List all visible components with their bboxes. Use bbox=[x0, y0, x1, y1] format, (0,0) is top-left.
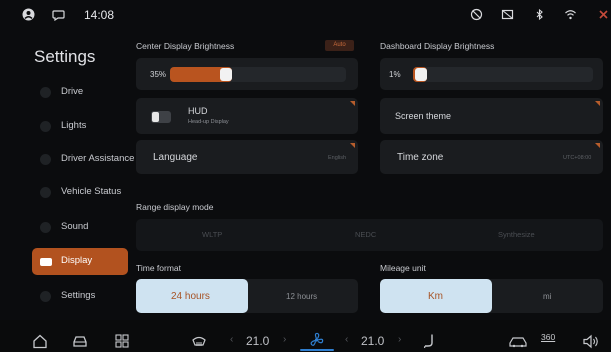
passenger-temp: 21.0 bbox=[361, 334, 385, 348]
sidebar-item-lights[interactable]: Lights bbox=[32, 113, 128, 140]
driver-assist-icon bbox=[40, 154, 51, 165]
sidebar: Settings bbox=[0, 30, 130, 320]
time-format-option-label: 24 hours bbox=[171, 291, 210, 302]
sidebar-item-driver-assistance[interactable]: Driver Assistance bbox=[32, 146, 134, 173]
sidebar-item-label: Drive bbox=[61, 86, 84, 97]
center-brightness-knob[interactable] bbox=[219, 68, 232, 81]
status-time: 14:08 bbox=[84, 8, 115, 22]
display-icon bbox=[40, 258, 52, 266]
sidebar-item-label: Sound bbox=[61, 221, 89, 232]
steering-wheel-icon bbox=[40, 87, 51, 98]
hud-toggle[interactable] bbox=[151, 111, 171, 123]
page-title: Settings bbox=[34, 47, 96, 66]
center-brightness-value: 35% bbox=[150, 70, 167, 79]
sidebar-item-sound[interactable]: Sound bbox=[32, 214, 128, 241]
auto-brightness-button[interactable]: Auto bbox=[325, 40, 354, 51]
close-icon[interactable] bbox=[597, 8, 610, 21]
gear-icon bbox=[40, 291, 51, 302]
fan-active-indicator bbox=[300, 349, 334, 351]
wifi-icon bbox=[565, 10, 576, 20]
time-format-label: Time format bbox=[136, 263, 182, 273]
sidebar-item-display[interactable]: Display bbox=[32, 248, 128, 275]
mileage-unit-mi[interactable]: mi bbox=[543, 292, 551, 301]
message-icon[interactable] bbox=[52, 8, 65, 21]
sidebar-item-label: Lights bbox=[61, 120, 87, 131]
dashboard-brightness-knob[interactable] bbox=[415, 68, 427, 81]
sidebar-item-settings[interactable]: Settings bbox=[32, 283, 128, 310]
sidebar-item-vehicle-status[interactable]: Vehicle Status bbox=[32, 179, 128, 206]
center-brightness-slider[interactable] bbox=[170, 67, 346, 82]
fan-icon[interactable] bbox=[308, 332, 325, 348]
dashboard-brightness-label: Dashboard Display Brightness bbox=[380, 41, 495, 51]
driver-temp: 21.0 bbox=[246, 334, 270, 348]
mileage-unit-label: Mileage unit bbox=[380, 263, 426, 273]
home-icon[interactable] bbox=[32, 334, 48, 349]
sidebar-item-drive[interactable]: Drive bbox=[32, 79, 128, 106]
sidebar-item-label: Display bbox=[61, 255, 93, 266]
dashboard-brightness-slider[interactable] bbox=[413, 67, 593, 82]
language-value: English bbox=[328, 155, 347, 161]
screen-theme-label: Screen theme bbox=[395, 111, 452, 121]
sidebar-item-label: Vehicle Status bbox=[61, 186, 122, 197]
status-bar: 14:08 bbox=[0, 0, 611, 30]
time-format-12-hours[interactable]: 12 hours bbox=[286, 292, 317, 301]
dashboard-brightness-value: 1% bbox=[389, 70, 401, 79]
more-indicator-icon bbox=[595, 101, 600, 106]
defrost-icon[interactable] bbox=[191, 334, 207, 349]
hud-subtitle: Head-up Display bbox=[188, 119, 229, 125]
range-option-nedc[interactable]: NEDC bbox=[355, 230, 376, 239]
car-view-icon[interactable] bbox=[508, 335, 528, 348]
passenger-temp-decrease-button[interactable]: ‹ bbox=[345, 334, 348, 345]
more-indicator-icon bbox=[350, 101, 355, 106]
driver-temp-increase-button[interactable]: › bbox=[283, 334, 286, 345]
time-zone-value: UTC+08:00 bbox=[563, 155, 592, 161]
sidebar-item-label: Driver Assistance bbox=[61, 153, 135, 164]
speaker-icon bbox=[40, 222, 51, 233]
volume-icon[interactable] bbox=[582, 334, 600, 349]
hud-toggle-knob bbox=[152, 112, 159, 122]
center-brightness-panel: 35% bbox=[136, 58, 358, 90]
sidebar-item-label: Settings bbox=[61, 290, 96, 301]
seat-icon[interactable] bbox=[423, 333, 437, 349]
dashboard-brightness-panel: 1% bbox=[380, 58, 603, 90]
range-option-synthesize[interactable]: Synthesize bbox=[498, 230, 535, 239]
bluetooth-icon bbox=[536, 8, 543, 21]
passenger-temp-increase-button[interactable]: › bbox=[398, 334, 401, 345]
user-icon[interactable] bbox=[22, 8, 35, 21]
range-option-wltp[interactable]: WLTP bbox=[202, 230, 222, 239]
mileage-unit-option-label: Km bbox=[428, 291, 443, 302]
driver-temp-decrease-button[interactable]: ‹ bbox=[230, 334, 233, 345]
hud-title: HUD bbox=[188, 106, 208, 116]
center-brightness-label: Center Display Brightness bbox=[136, 41, 235, 51]
apps-grid-icon[interactable] bbox=[115, 334, 129, 348]
car-icon[interactable] bbox=[71, 334, 89, 349]
time-zone-label: Time zone bbox=[397, 152, 444, 163]
range-display-label: Range display mode bbox=[136, 202, 214, 212]
more-indicator-icon bbox=[595, 143, 600, 148]
language-label: Language bbox=[153, 152, 198, 163]
no-camera-icon bbox=[470, 8, 483, 21]
light-bulb-icon bbox=[40, 121, 51, 132]
camera-360-icon[interactable]: 360 bbox=[541, 332, 555, 342]
more-indicator-icon bbox=[350, 143, 355, 148]
screen-off-icon bbox=[501, 9, 514, 20]
vehicle-icon bbox=[40, 187, 51, 198]
